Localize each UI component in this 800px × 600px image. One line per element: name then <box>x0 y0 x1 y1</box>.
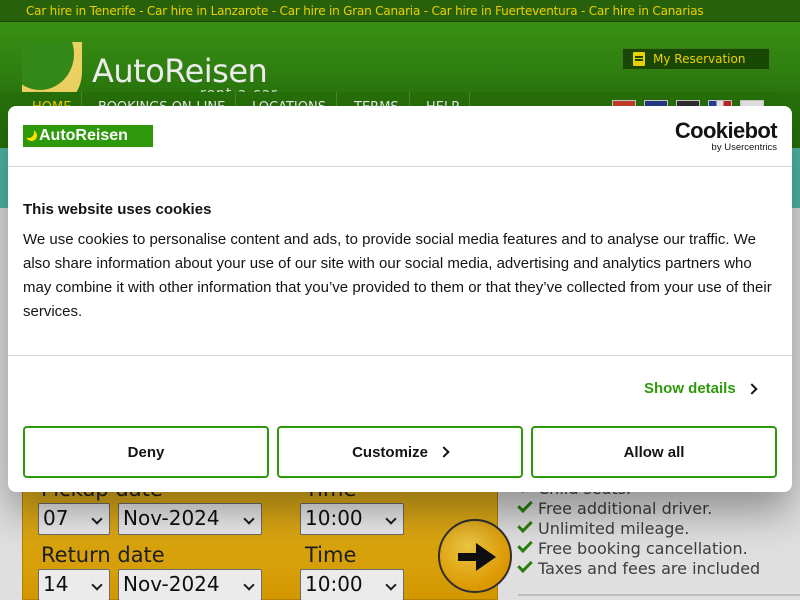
allow-all-button[interactable]: Allow all <box>531 426 777 478</box>
cookiebot-name: Cookiebot <box>674 118 778 143</box>
dialog-brand-logo: AutoReisen <box>23 125 153 147</box>
deny-button[interactable]: Deny <box>23 426 269 478</box>
dialog-title: This website uses cookies <box>23 201 212 218</box>
dialog-body: We use cookies to personalise content an… <box>23 231 772 320</box>
show-details-label: Show details <box>644 380 736 397</box>
cookiebot-logo[interactable]: Cookiebot by Usercentrics <box>673 118 778 153</box>
allow-all-label: Allow all <box>623 443 685 461</box>
show-details-link[interactable]: Show details <box>644 380 758 397</box>
customize-button[interactable]: Customize <box>277 426 523 478</box>
dialog-divider-top <box>8 166 792 167</box>
chevron-right-icon <box>438 446 450 458</box>
deny-label: Deny <box>127 443 165 461</box>
dialog-brand-text: AutoReisen <box>39 127 128 144</box>
chevron-right-icon <box>746 382 758 395</box>
customize-label: Customize <box>352 443 428 461</box>
moon-icon <box>23 127 37 141</box>
cookie-consent-dialog: AutoReisen Cookiebot by Usercentrics Thi… <box>8 106 792 492</box>
dialog-divider-middle <box>8 355 792 356</box>
